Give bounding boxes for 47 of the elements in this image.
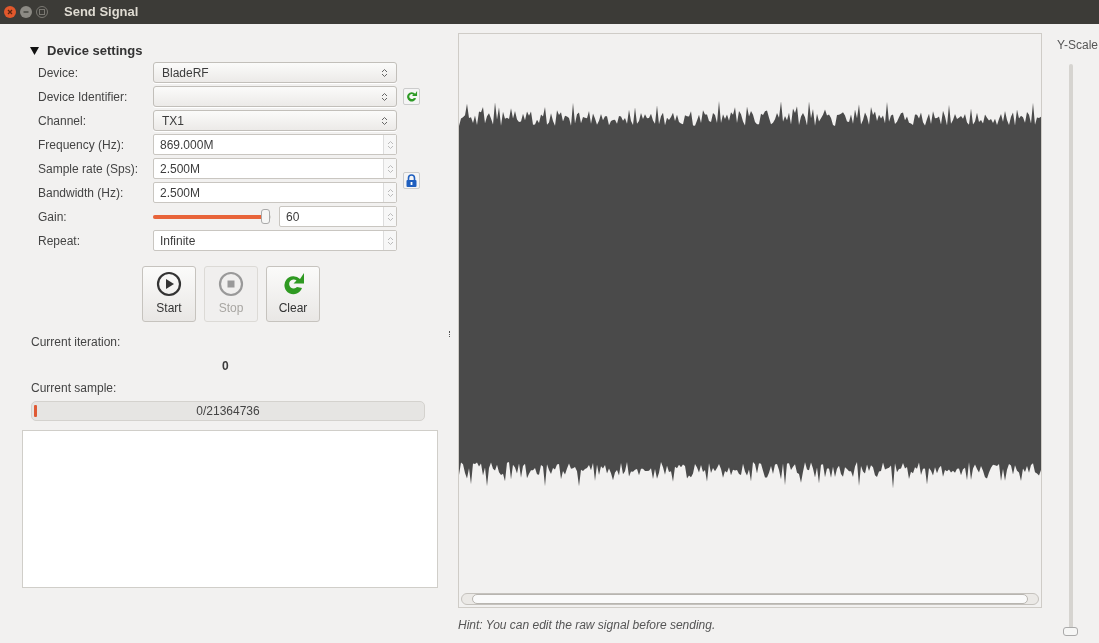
- dropdown[interactable]: TX1: [153, 110, 397, 131]
- horizontal-scrollbar[interactable]: [461, 593, 1039, 605]
- window-title: Send Signal: [64, 3, 139, 22]
- hint-text: Hint: You can edit the raw signal before sending.: [458, 617, 717, 634]
- y-scale-label: Y-Scale: [1057, 37, 1098, 54]
- spin-box[interactable]: 869.000M: [153, 134, 397, 155]
- collapse-icon[interactable]: [30, 47, 39, 55]
- maximize-icon[interactable]: [36, 6, 48, 18]
- updown-icon: [381, 115, 388, 126]
- lock-button[interactable]: [403, 172, 420, 189]
- updown-icon: [381, 91, 388, 102]
- updown-icon: [383, 231, 396, 250]
- y-scale-slider[interactable]: [1063, 64, 1078, 636]
- spin-box[interactable]: 60: [279, 206, 397, 227]
- spin-box[interactable]: 2.500M: [153, 158, 397, 179]
- clear-button[interactable]: Clear: [266, 266, 320, 322]
- field-label: Device Identifier:: [38, 88, 129, 106]
- signal-view[interactable]: [458, 33, 1042, 608]
- refresh-button[interactable]: [403, 88, 420, 105]
- field-label: Bandwidth (Hz):: [38, 184, 125, 202]
- dropdown[interactable]: BladeRF: [153, 62, 397, 83]
- dropdown[interactable]: [153, 86, 397, 107]
- updown-icon: [383, 159, 396, 178]
- field-label: Frequency (Hz):: [38, 136, 126, 154]
- close-icon[interactable]: [4, 6, 16, 18]
- spin-box[interactable]: 2.500M: [153, 182, 397, 203]
- updown-icon: [381, 67, 388, 78]
- field-label: Device:: [38, 64, 79, 82]
- field-label: Sample rate (Sps):: [38, 160, 140, 178]
- play-icon: [156, 271, 182, 297]
- section-title: Device settings: [47, 42, 143, 61]
- field-label: Channel:: [38, 112, 88, 130]
- splitter-handle[interactable]: [448, 330, 450, 337]
- progress-bar: 0/21364736: [31, 401, 425, 421]
- gain-slider[interactable]: [153, 206, 271, 227]
- sample-label: Current sample:: [30, 380, 118, 397]
- iteration-value: 0: [222, 358, 229, 375]
- updown-icon: [383, 183, 396, 202]
- start-button[interactable]: Start: [142, 266, 196, 322]
- iteration-label: Current iteration:: [30, 334, 122, 351]
- minimize-icon[interactable]: [20, 6, 32, 18]
- field-label: Gain:: [38, 208, 68, 226]
- spin-box[interactable]: Infinite: [153, 230, 397, 251]
- field-label: Repeat:: [38, 232, 82, 250]
- updown-icon: [383, 135, 396, 154]
- updown-icon: [383, 207, 396, 226]
- stop-icon: [218, 271, 244, 297]
